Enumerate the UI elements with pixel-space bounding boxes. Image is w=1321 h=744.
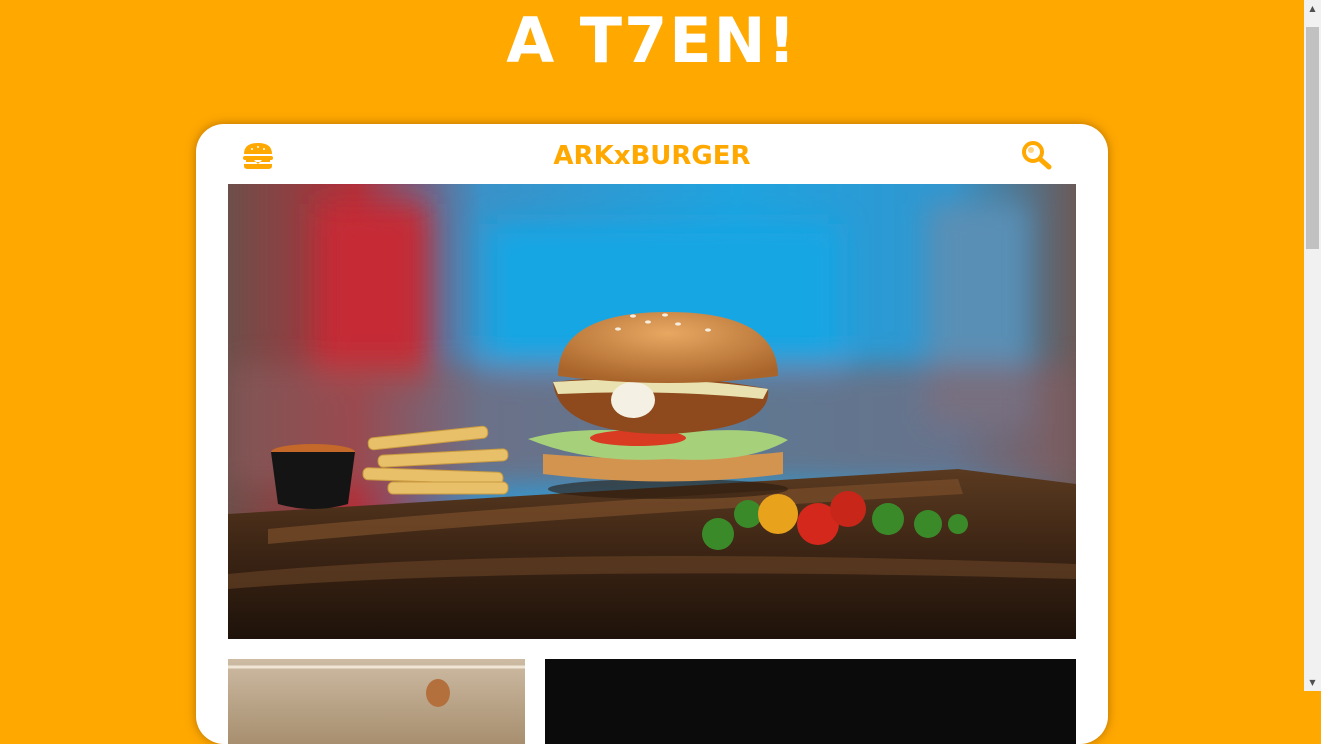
card-header: ARKxBURGER [196,124,1108,184]
main-card: ARKxBURGER [196,124,1108,744]
vertical-scrollbar[interactable]: ▲ ▼ [1304,0,1321,691]
thumbnail-image[interactable] [545,659,1076,744]
hero-image[interactable] [228,184,1076,639]
page-title: A T7EN! [506,4,798,77]
brand-logo-text[interactable]: ARKxBURGER [196,141,1108,171]
scrollbar-thumb[interactable] [1306,27,1319,249]
scroll-down-arrow[interactable]: ▼ [1304,674,1321,691]
thumbnail-image[interactable] [228,659,525,744]
scroll-up-arrow[interactable]: ▲ [1304,0,1321,17]
search-icon [1022,141,1052,170]
search-button[interactable] [1020,140,1056,170]
